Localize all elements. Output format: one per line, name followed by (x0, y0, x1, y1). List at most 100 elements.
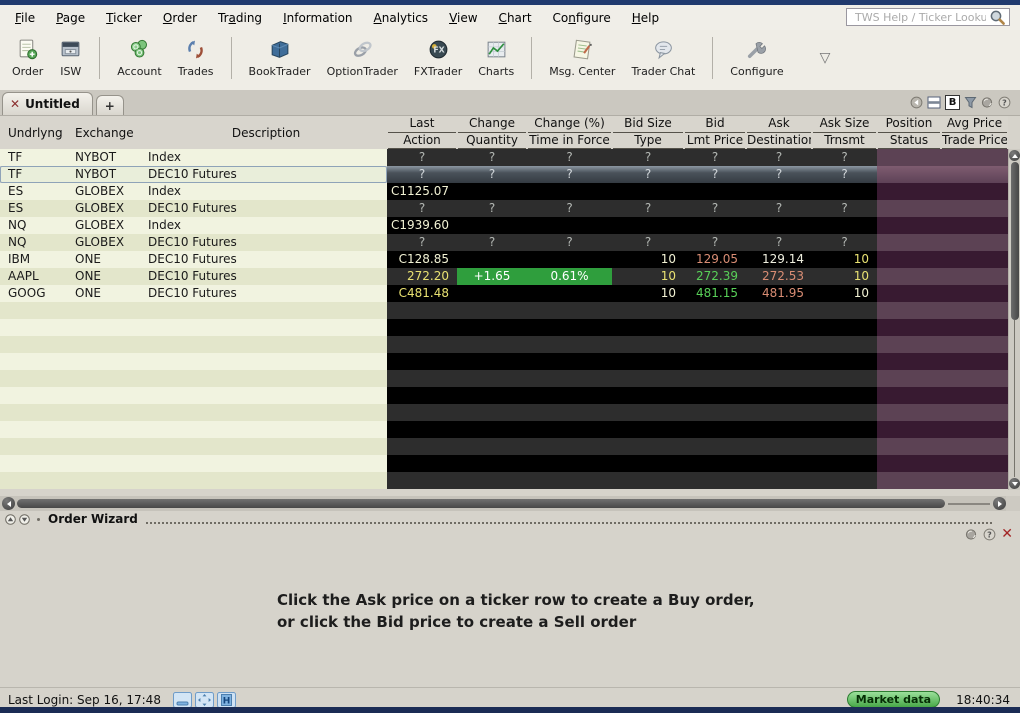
scroll-left-button[interactable] (2, 497, 15, 510)
search-input[interactable] (853, 9, 988, 25)
cell-exchange[interactable]: ONE (70, 268, 145, 285)
toolbar-button-fxtrader[interactable]: FX FXTrader (407, 34, 469, 80)
tab-close-icon[interactable]: ✕ (10, 97, 20, 111)
menu-trading[interactable]: Trading (209, 8, 271, 28)
menu-order[interactable]: Order (154, 8, 206, 28)
hold-icon[interactable]: H (216, 691, 236, 708)
cell-bid[interactable]: ? (684, 149, 746, 166)
ticker-row[interactable]: AAPL ONE DEC10 Futures 272.20 +1.65 0.61% 10 27… (0, 268, 1008, 285)
cell-exchange[interactable]: GLOBEX (70, 217, 145, 234)
cell-change[interactable]: ? (457, 200, 527, 217)
cell-underlying[interactable]: GOOG (0, 285, 70, 302)
cell-bid[interactable]: 481.15 (684, 285, 746, 302)
cell-bid-size[interactable]: ? (612, 149, 684, 166)
column-header-ask-size[interactable]: Ask Size Trnsmt (812, 116, 877, 149)
add-tab-button[interactable]: + (95, 95, 124, 115)
ticker-row[interactable]: TF NYBOT DEC10 Futures??????? (0, 166, 1008, 183)
toolbar-button-order[interactable]: Order (5, 34, 50, 80)
collapse-left-icon[interactable] (910, 96, 923, 109)
cell-ask-size[interactable]: ? (812, 234, 877, 251)
cell-last[interactable]: C1125.07 (387, 183, 457, 200)
cell-bid[interactable]: ? (684, 200, 746, 217)
cell-change[interactable]: ? (457, 149, 527, 166)
column-header-bid-size[interactable]: Bid Size Type (612, 116, 684, 149)
help-icon[interactable]: ? (998, 96, 1011, 109)
menu-analytics[interactable]: Analytics (365, 8, 438, 28)
cell-bid-size[interactable]: ? (612, 234, 684, 251)
cell-last[interactable]: 272.20 (387, 268, 457, 285)
toolbar-overflow-icon[interactable]: ▽ (820, 50, 831, 66)
cell-exchange[interactable]: ONE (70, 251, 145, 268)
cell-bid[interactable]: 129.05 (684, 251, 746, 268)
cell-underlying[interactable]: ES (0, 183, 70, 200)
cell-bid-size[interactable]: 10 (612, 251, 684, 268)
menu-configure[interactable]: Configure (544, 8, 620, 28)
cell-exchange[interactable]: GLOBEX (70, 183, 145, 200)
toolbar-button-trader-chat[interactable]: Trader Chat (624, 34, 702, 80)
cell-change-pct[interactable]: ? (527, 234, 612, 251)
toolbar-button-charts[interactable]: Charts (471, 34, 521, 80)
cell-ask-size[interactable]: 10 (812, 285, 877, 302)
cell-ask-size[interactable]: 10 (812, 251, 877, 268)
cell-change-pct[interactable]: ? (527, 200, 612, 217)
ticker-row[interactable]: ES GLOBEX Index C1125.07 (0, 183, 1008, 200)
cell-underlying[interactable]: AAPL (0, 268, 70, 285)
scroll-right-button[interactable] (993, 497, 1006, 510)
cell-ask[interactable]: 272.53 (746, 268, 812, 285)
cell-underlying[interactable]: IBM (0, 251, 70, 268)
column-header-change[interactable]: Change Quantity (457, 116, 527, 149)
column-header-change-%-[interactable]: Change (%) Time in Force (527, 116, 612, 149)
cell-exchange[interactable]: GLOBEX (70, 234, 145, 251)
cell-description[interactable]: DEC10 Futures (145, 251, 387, 268)
column-header-position[interactable]: Position Status (877, 116, 941, 149)
vertical-scroll-track[interactable] (1014, 320, 1015, 477)
ticker-lookup-searchbox[interactable] (846, 8, 1010, 26)
cell-exchange[interactable]: NYBOT (70, 149, 145, 166)
ticker-row[interactable]: ES GLOBEX DEC10 Futures??????? (0, 200, 1008, 217)
column-header-undrlyng[interactable]: Undrlyng (0, 126, 70, 140)
menu-help[interactable]: Help (623, 8, 668, 28)
horizontal-scroll-track[interactable] (948, 502, 990, 505)
horizontal-scroll-thumb[interactable] (17, 499, 945, 508)
toolbar-button-account[interactable]: Account (110, 34, 168, 80)
ticker-row[interactable]: NQ GLOBEX DEC10 Futures??????? (0, 234, 1008, 251)
cell-change-pct[interactable]: ? (527, 149, 612, 166)
cell-description[interactable]: DEC10 Futures (145, 285, 387, 302)
cell-ask[interactable]: 481.95 (746, 285, 812, 302)
cell-bid[interactable]: 272.39 (684, 268, 746, 285)
bold-toggle-icon[interactable]: B (945, 95, 960, 110)
cell-change[interactable]: ? (457, 166, 527, 183)
cell-description[interactable]: Index (145, 183, 387, 200)
toolbar-button-optiontrader[interactable]: OptionTrader (320, 34, 405, 80)
menu-page[interactable]: Page (47, 8, 94, 28)
cell-exchange[interactable]: ONE (70, 285, 145, 302)
cell-bid-size[interactable]: ? (612, 200, 684, 217)
cell-last[interactable]: ? (387, 166, 457, 183)
toolbar-button-booktrader[interactable]: BookTrader (242, 34, 318, 80)
tile-windows-icon[interactable] (194, 691, 214, 708)
panel-collapse-icon[interactable] (19, 513, 30, 525)
cell-last[interactable]: ? (387, 149, 457, 166)
vertical-scrollbar[interactable] (1008, 149, 1020, 490)
cell-ask-size[interactable]: ? (812, 200, 877, 217)
cell-underlying[interactable]: NQ (0, 217, 70, 234)
toolbar-button-msg-center[interactable]: Msg. Center (542, 34, 622, 80)
cell-last[interactable]: C1939.60 (387, 217, 457, 234)
cell-ask[interactable]: ? (746, 234, 812, 251)
cell-underlying[interactable]: TF (0, 166, 70, 183)
column-header-avg-price[interactable]: Avg Price Trade Price (941, 116, 1008, 149)
column-header-exchange[interactable]: Exchange (70, 126, 145, 140)
cell-change-pct[interactable]: ? (527, 166, 612, 183)
ticker-row[interactable]: GOOG ONE DEC10 Futures C481.48 10 481.15 481.9… (0, 285, 1008, 302)
cell-ask[interactable]: ? (746, 200, 812, 217)
scroll-down-button[interactable] (1009, 478, 1020, 489)
ticker-row[interactable]: IBM ONE DEC10 Futures C128.85 10 129.05 129.14… (0, 251, 1008, 268)
magnifier-icon[interactable] (988, 8, 1006, 26)
ticker-row[interactable]: TF NYBOT Index??????? (0, 149, 1008, 166)
cell-ask[interactable]: 129.14 (746, 251, 812, 268)
column-header-ask[interactable]: Ask Destination (746, 116, 812, 149)
cell-last[interactable]: ? (387, 234, 457, 251)
cell-description[interactable]: DEC10 Futures (145, 166, 387, 183)
cell-description[interactable]: Index (145, 149, 387, 166)
cell-ask[interactable]: ? (746, 166, 812, 183)
